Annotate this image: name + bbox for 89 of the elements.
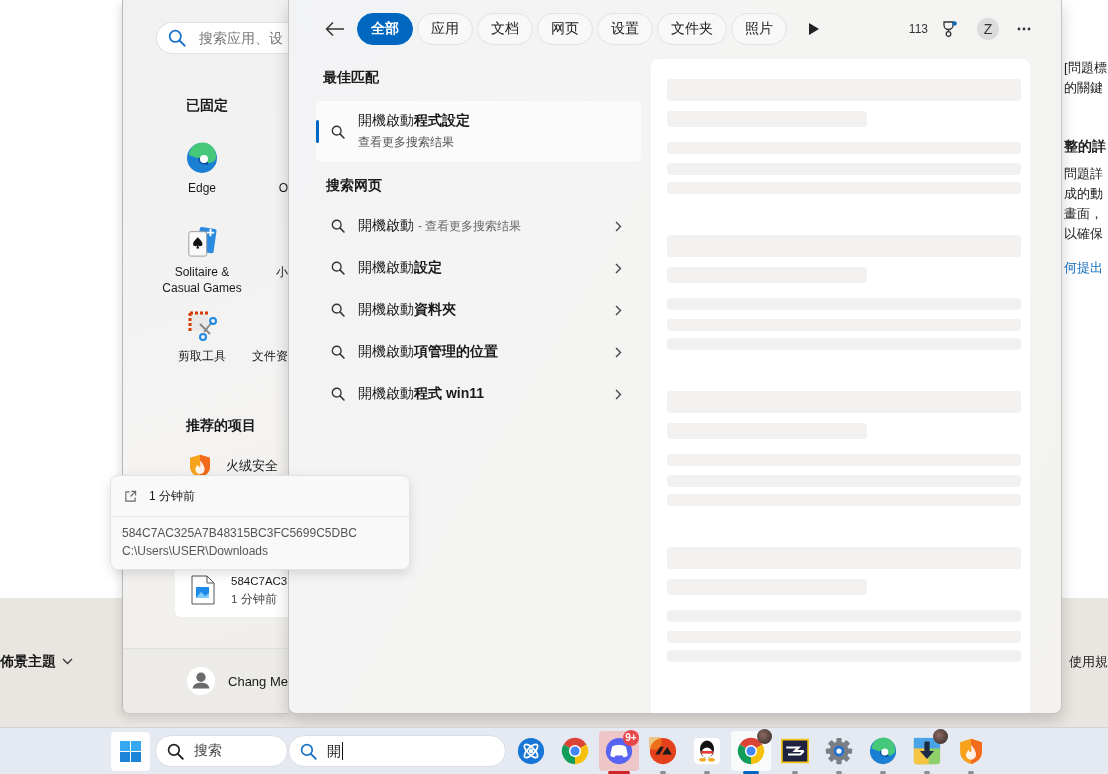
web-result[interactable]: 開機啟動 - 查看更多搜索结果 xyxy=(316,205,641,247)
result-title: 開機啟動程式設定 xyxy=(358,112,470,130)
file-path: C:\Users\USER\Downloads xyxy=(122,543,270,560)
file-name: 584C7AC3 xyxy=(231,573,288,589)
section-heading: 搜索网页 xyxy=(326,176,383,195)
web-result[interactable]: 開機啟動設定 xyxy=(316,247,641,289)
text-link[interactable]: 何提出 xyxy=(1064,258,1108,278)
chevron-right-icon xyxy=(615,304,622,316)
filter-tab[interactable]: 文件夹 xyxy=(657,12,727,45)
browser-icon xyxy=(869,737,897,765)
filter-tab[interactable]: 照片 xyxy=(731,12,787,45)
open-external-icon[interactable] xyxy=(124,489,137,503)
filter-tab[interactable]: 应用 xyxy=(417,12,473,45)
search-icon xyxy=(331,261,345,275)
file-name: 584C7AC325A7B48315BC3FC5699C5DBC xyxy=(122,525,358,542)
back-arrow-icon[interactable] xyxy=(325,20,345,37)
notification-badge: 9+ xyxy=(623,730,639,746)
game-app-icon xyxy=(649,737,677,765)
search-icon xyxy=(331,303,345,317)
download-icon xyxy=(913,737,941,765)
app-label[interactable]: 小 xyxy=(276,264,288,280)
section-heading: 已固定 xyxy=(186,96,229,115)
search-field[interactable]: 搜索应用、设 xyxy=(156,22,288,54)
section-heading: 推荐的项目 xyxy=(186,416,257,435)
theme-menu[interactable]: 佈景主題 xyxy=(0,652,73,671)
paragraph-line: 問題詳 xyxy=(1064,165,1104,183)
points-count: 113 xyxy=(908,21,928,36)
app-label[interactable]: 文件资 xyxy=(252,348,288,364)
playing-card-icon xyxy=(186,226,218,258)
result-title: 開機啟動 - 查看更多搜索结果 xyxy=(358,217,523,235)
result-title: 開機啟動項管理的位置 xyxy=(358,343,499,361)
filter-tab[interactable]: 设置 xyxy=(597,12,653,45)
browser-icon xyxy=(186,142,218,174)
scissors-icon xyxy=(186,310,218,342)
penguin-icon xyxy=(693,737,721,765)
browser-icon xyxy=(737,737,765,765)
search-icon xyxy=(331,219,345,233)
paragraph-line: [問題標 xyxy=(1064,59,1108,77)
modified-time: 1 分钟前 xyxy=(149,487,195,505)
taskbar-app[interactable]: 9+ xyxy=(599,731,639,771)
browser-icon xyxy=(561,737,589,765)
terms-link[interactable]: 使用規 xyxy=(1069,652,1108,671)
taskbar-app[interactable] xyxy=(731,731,771,771)
search-icon xyxy=(331,387,345,401)
shield-icon xyxy=(959,737,983,765)
chevron-right-icon xyxy=(615,220,622,232)
pinned-app[interactable]: Solitaire & Casual Games xyxy=(149,226,255,310)
search-icon xyxy=(331,124,345,139)
chevron-right-icon xyxy=(615,388,622,400)
best-match-item[interactable]: 開機啟動程式設定 查看更多搜索结果 xyxy=(316,101,641,162)
paragraph-line: 以確保 xyxy=(1064,225,1104,243)
user-avatar-icon[interactable] xyxy=(187,666,215,696)
paragraph-line: 的關鍵 xyxy=(1064,79,1104,97)
result-title: 開機啟動資料夾 xyxy=(358,301,457,319)
web-result[interactable]: 開機啟動程式 win11 xyxy=(316,373,641,415)
orbit-icon xyxy=(517,737,545,765)
filter-tab[interactable]: 文档 xyxy=(477,12,533,45)
search-query-field[interactable]: 開 xyxy=(288,735,506,767)
chevron-right-icon xyxy=(615,346,622,358)
section-heading: 最佳匹配 xyxy=(323,68,380,87)
filter-tab[interactable]: 全部 xyxy=(357,12,413,45)
filter-tab[interactable]: 网页 xyxy=(537,12,593,45)
paragraph-line: 成的動 xyxy=(1064,185,1104,203)
web-result[interactable]: 開機啟動項管理的位置 xyxy=(316,331,641,373)
user-name[interactable]: Chang Me xyxy=(228,673,288,689)
chevron-down-icon xyxy=(62,658,73,665)
result-subtitle: 查看更多搜索结果 xyxy=(358,134,455,151)
result-title: 開機啟動設定 xyxy=(358,259,443,277)
more-icon[interactable] xyxy=(1017,26,1031,31)
search-icon xyxy=(167,742,184,760)
app-label[interactable]: O xyxy=(278,180,288,196)
file-time: 1 分钟前 xyxy=(231,591,278,607)
start-button[interactable] xyxy=(111,731,150,771)
section-heading: 整的詳 xyxy=(1064,137,1107,156)
play-icon[interactable] xyxy=(809,22,819,35)
game-app-icon xyxy=(781,737,809,765)
result-title: 開機啟動程式 win11 xyxy=(358,385,486,403)
trophy-icon[interactable] xyxy=(942,20,957,37)
account-avatar[interactable]: Z xyxy=(977,17,999,40)
search-icon xyxy=(168,29,186,47)
chevron-right-icon xyxy=(615,262,622,274)
image-file-icon xyxy=(191,574,215,605)
pinned-app[interactable]: Edge xyxy=(149,142,255,226)
search-icon xyxy=(300,742,317,760)
paragraph-line: 畫面， xyxy=(1064,205,1104,223)
taskbar-search-field[interactable]: 搜索 xyxy=(155,735,288,767)
search-icon xyxy=(331,345,345,359)
web-result[interactable]: 開機啟動資料夾 xyxy=(316,289,641,331)
recommended-item[interactable]: 火绒安全 xyxy=(189,453,288,479)
